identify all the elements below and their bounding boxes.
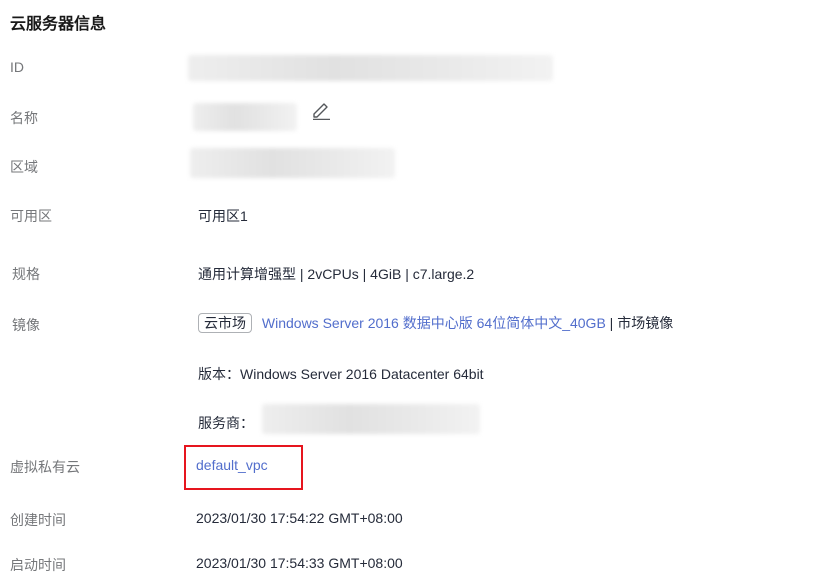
label-spec: 规格 — [12, 266, 40, 282]
label-image: 镜像 — [12, 317, 40, 333]
label-region: 区域 — [10, 159, 38, 175]
spec-value: 通用计算增强型 | 2vCPUs | 4GiB | c7.large.2 — [198, 266, 475, 282]
label-vpc: 虚拟私有云 — [10, 459, 80, 475]
started-value: 2023/01/30 17:54:33 GMT+08:00 — [196, 555, 403, 571]
label-az: 可用区 — [10, 208, 52, 224]
provider-value-redacted — [262, 404, 480, 434]
label-name: 名称 — [10, 110, 38, 126]
name-value-redacted — [193, 103, 297, 131]
image-type: 市场镜像 — [617, 315, 674, 331]
created-value: 2023/01/30 17:54:22 GMT+08:00 — [196, 510, 403, 526]
label-id: ID — [10, 59, 24, 75]
image-name-link[interactable]: Windows Server 2016 数据中心版 64位简体中文_40GB — [262, 315, 606, 331]
edit-pencil-icon[interactable] — [311, 100, 331, 120]
az-value: 可用区1 — [198, 208, 248, 224]
image-provider-prefix: 服务商： — [198, 415, 254, 431]
vpc-link[interactable]: default_vpc — [196, 457, 268, 473]
label-created: 创建时间 — [10, 512, 66, 528]
section-title: 云服务器信息 — [10, 16, 107, 33]
label-started: 启动时间 — [10, 557, 66, 573]
id-value-redacted — [188, 55, 553, 81]
region-value-redacted — [190, 148, 395, 178]
marketplace-tag: 云市场 — [198, 313, 252, 333]
image-version: 版本：Windows Server 2016 Datacenter 64bit — [198, 366, 484, 382]
image-separator: | — [605, 315, 618, 331]
image-value: 云市场 Windows Server 2016 数据中心版 64位简体中文_40… — [198, 313, 673, 333]
